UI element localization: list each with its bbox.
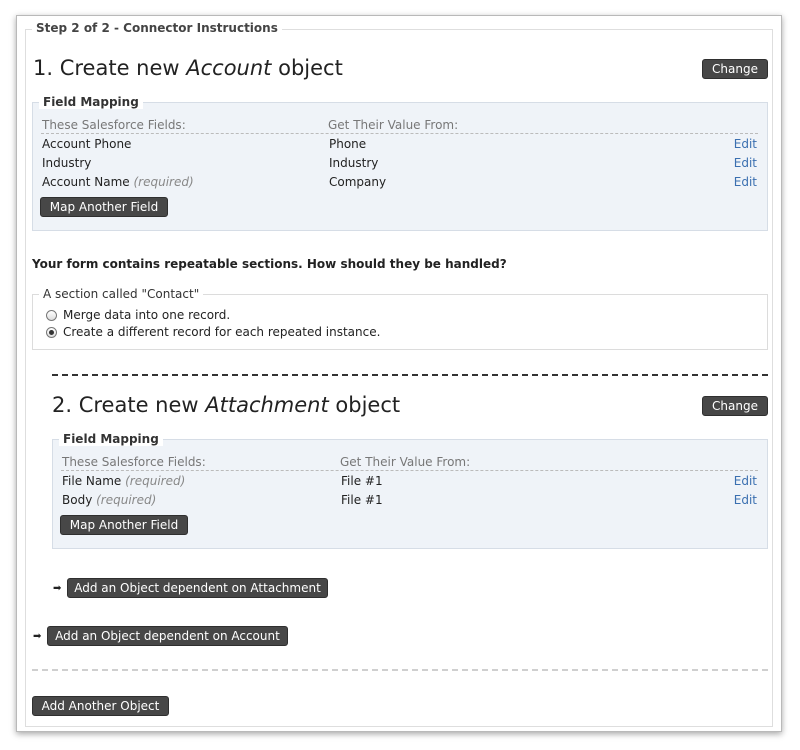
- attachment-col-salesforce: These Salesforce Fields:: [62, 455, 206, 469]
- account-col-value: Get Their Value From:: [328, 118, 459, 132]
- attachment-object-title: 2. Create new Attachment object: [52, 393, 400, 417]
- right-arrow-icon: ➡: [53, 583, 62, 594]
- contact-section-box: A section called "Contact": [32, 287, 768, 350]
- separate-record-option[interactable]: Create a different record for each repea…: [46, 325, 380, 339]
- account-title-suffix: object: [271, 56, 343, 80]
- account-row-field: Account Phone: [42, 137, 131, 151]
- attachment-mapping-legend: Field Mapping: [59, 432, 163, 446]
- account-col-salesforce: These Salesforce Fields:: [42, 118, 186, 132]
- account-object-title: 1. Create new Account object: [33, 56, 343, 80]
- field-name: Body: [62, 493, 93, 507]
- add-another-object-button[interactable]: Add Another Object: [32, 696, 169, 716]
- attachment-title-prefix: 2. Create new: [52, 393, 206, 417]
- attachment-title-object: Attachment: [205, 393, 329, 417]
- attachment-row-field: File Name (required): [62, 474, 185, 488]
- attachment-map-another-field-button[interactable]: Map Another Field: [60, 515, 188, 535]
- account-row-value: Phone: [329, 137, 367, 151]
- account-header-divider: [41, 133, 758, 134]
- account-map-another-field-button[interactable]: Map Another Field: [40, 197, 168, 217]
- attachment-header-divider: [61, 470, 758, 471]
- attachment-row-value: File #1: [341, 493, 383, 507]
- attachment-row-edit-link[interactable]: Edit: [720, 474, 757, 488]
- account-change-button[interactable]: Change: [702, 59, 768, 79]
- required-tag: (required): [133, 175, 194, 189]
- account-row-edit-link[interactable]: Edit: [720, 137, 757, 151]
- attachment-title-suffix: object: [328, 393, 401, 417]
- field-name: Account Name: [42, 175, 130, 189]
- right-arrow-icon: ➡: [33, 631, 42, 642]
- add-attachment-dependent-button[interactable]: Add an Object dependent on Attachment: [67, 578, 328, 598]
- account-row-value: Company: [329, 175, 387, 189]
- separate-record-option-label: Create a different record for each repea…: [63, 325, 381, 339]
- attachment-change-button[interactable]: Change: [702, 396, 768, 416]
- account-title-prefix: 1. Create new: [33, 56, 187, 80]
- step-legend: Step 2 of 2 - Connector Instructions: [32, 21, 282, 35]
- repeatable-question: Your form contains repeatable sections. …: [32, 257, 507, 271]
- merge-option-label: Merge data into one record.: [63, 308, 231, 322]
- radio-icon[interactable]: [46, 309, 57, 321]
- radio-icon[interactable]: [46, 326, 57, 338]
- merge-option[interactable]: Merge data into one record.: [46, 308, 230, 322]
- field-name: Industry: [42, 156, 92, 170]
- attachment-col-value: Get Their Value From:: [340, 455, 471, 469]
- account-row-value: Industry: [329, 156, 379, 170]
- field-name: Account Phone: [42, 137, 132, 151]
- account-row-edit-link[interactable]: Edit: [720, 156, 757, 170]
- bottom-divider: [32, 669, 768, 671]
- account-mapping-legend: Field Mapping: [39, 95, 143, 109]
- required-tag: (required): [125, 474, 186, 488]
- add-account-dependent-button[interactable]: Add an Object dependent on Account: [47, 626, 288, 646]
- account-row-edit-link[interactable]: Edit: [720, 175, 757, 189]
- account-title-object: Account: [186, 56, 272, 80]
- attachment-row-edit-link[interactable]: Edit: [720, 493, 757, 507]
- account-row-field: Industry: [42, 156, 91, 170]
- field-name: File Name: [62, 474, 122, 488]
- required-tag: (required): [96, 493, 157, 507]
- attachment-row-field: Body (required): [62, 493, 156, 507]
- contact-section-legend: A section called "Contact": [39, 287, 204, 301]
- account-row-field: Account Name (required): [42, 175, 194, 189]
- attachment-row-value: File #1: [341, 474, 383, 488]
- object-divider: [52, 374, 768, 376]
